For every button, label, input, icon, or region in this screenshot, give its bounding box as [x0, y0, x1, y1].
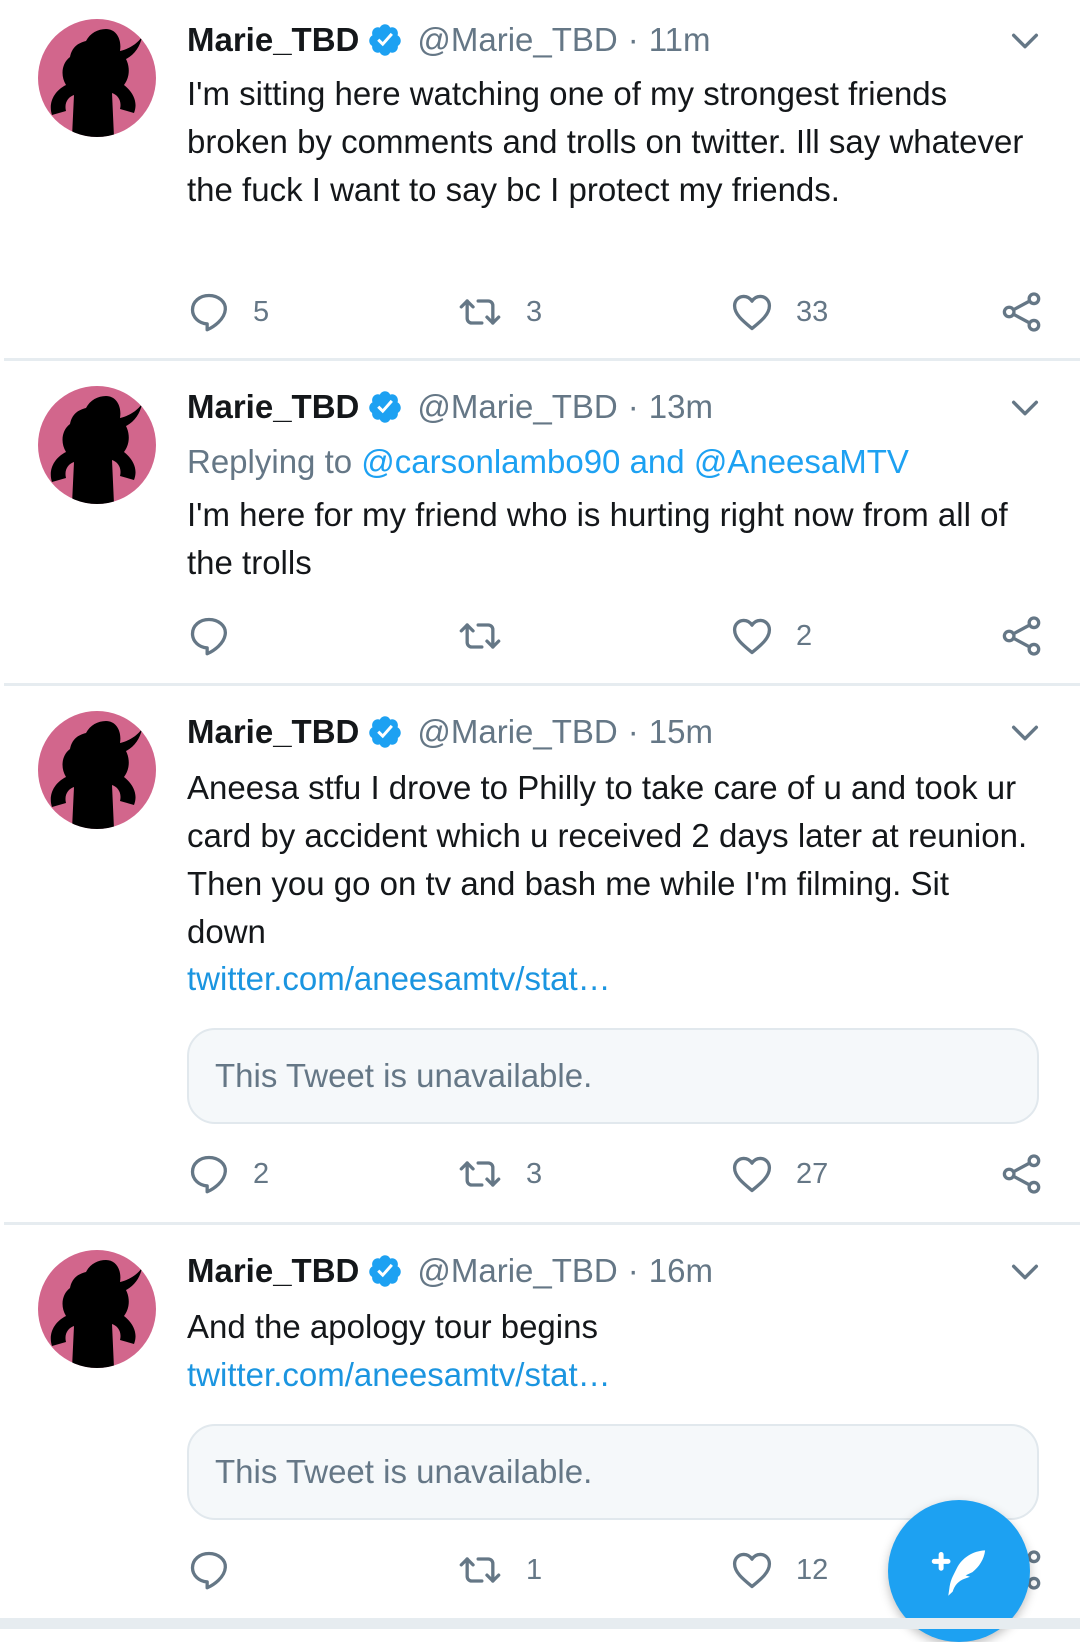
- user-handle[interactable]: @Marie_TBD: [417, 713, 617, 751]
- retweet-icon: [456, 1548, 504, 1592]
- tweet-header: Marie_TBD @Marie_TBD · 11m: [187, 20, 711, 60]
- timestamp[interactable]: 15m: [649, 713, 713, 751]
- avatar[interactable]: [38, 711, 156, 829]
- share-icon: [1000, 614, 1044, 658]
- display-name[interactable]: Marie_TBD: [187, 1252, 359, 1290]
- verified-badge-icon: [367, 22, 403, 58]
- user-handle[interactable]: @Marie_TBD: [417, 21, 617, 59]
- separator-dot: ·: [627, 21, 639, 58]
- tweet-text: And the apology tour begins: [187, 1308, 598, 1345]
- tweet-text: Aneesa stfu I drove to Philly to take ca…: [187, 769, 1028, 950]
- tweet-divider: [4, 358, 1080, 361]
- user-handle[interactable]: @Marie_TBD: [417, 1252, 617, 1290]
- like-count: 27: [796, 1157, 829, 1190]
- chevron-down-icon[interactable]: [1008, 24, 1042, 58]
- like-button[interactable]: 2: [730, 614, 812, 658]
- like-button[interactable]: 12: [730, 1548, 828, 1592]
- silhouette-image: [38, 711, 156, 829]
- tweet-header: Marie_TBD @Marie_TBD · 13m: [187, 387, 713, 427]
- like-count: 2: [796, 619, 813, 652]
- unavailable-text: This Tweet is unavailable.: [215, 1057, 593, 1094]
- compose-tweet-icon: [931, 1550, 986, 1596]
- share-button[interactable]: [1000, 290, 1044, 334]
- chevron-down-icon[interactable]: [1008, 1255, 1042, 1289]
- timestamp[interactable]: 11m: [649, 21, 711, 59]
- retweet-icon: [456, 290, 504, 334]
- retweet-button[interactable]: 3: [456, 1152, 542, 1196]
- replying-to: Replying to @carsonlambo90 and @AneesaMT…: [187, 443, 909, 481]
- heart-icon: [730, 1152, 774, 1196]
- chevron-down-icon[interactable]: [1008, 391, 1042, 425]
- reply-count: 5: [253, 295, 270, 328]
- unavailable-text: This Tweet is unavailable.: [215, 1453, 593, 1490]
- separator-dot: ·: [627, 388, 639, 425]
- retweet-button[interactable]: 1: [456, 1548, 542, 1592]
- like-count: 33: [796, 295, 829, 328]
- replying-prefix: Replying to: [187, 443, 362, 480]
- tweet-link[interactable]: twitter.com/aneesamtv/stat…: [187, 1356, 611, 1394]
- like-button[interactable]: 33: [730, 290, 828, 334]
- tweet-divider: [4, 1222, 1080, 1225]
- verified-badge-icon: [367, 389, 403, 425]
- reply-button[interactable]: [187, 614, 253, 658]
- like-button[interactable]: 27: [730, 1152, 828, 1196]
- tweet-header: Marie_TBD @Marie_TBD · 15m: [187, 712, 713, 752]
- tweet-text: I'm here for my friend who is hurting ri…: [187, 496, 1008, 581]
- quoted-tweet-unavailable[interactable]: This Tweet is unavailable.: [187, 1028, 1039, 1124]
- reply-count: 2: [253, 1157, 270, 1190]
- tweet-divider: [4, 683, 1080, 686]
- avatar[interactable]: [38, 386, 156, 504]
- silhouette-image: [38, 19, 156, 137]
- tweet-actions: 5 3 33: [0, 290, 1080, 334]
- tweet-actions: 2: [0, 614, 1080, 658]
- quoted-tweet-unavailable[interactable]: This Tweet is unavailable.: [187, 1424, 1039, 1520]
- share-button[interactable]: [1000, 614, 1044, 658]
- reply-icon: [187, 1548, 231, 1592]
- separator-dot: ·: [627, 1252, 639, 1289]
- timestamp[interactable]: 16m: [649, 1252, 713, 1290]
- reply-button[interactable]: 2: [187, 1152, 269, 1196]
- timestamp[interactable]: 13m: [649, 388, 713, 426]
- tweet-link[interactable]: twitter.com/aneesamtv/stat…: [187, 960, 611, 998]
- reply-icon: [187, 290, 231, 334]
- share-icon: [1000, 290, 1044, 334]
- retweet-count: 1: [526, 1553, 543, 1586]
- replying-and: and: [620, 443, 694, 480]
- retweet-count: 3: [526, 1157, 543, 1190]
- tweet-text: I'm sitting here watching one of my stro…: [187, 75, 1024, 208]
- verified-badge-icon: [367, 714, 403, 750]
- display-name[interactable]: Marie_TBD: [187, 713, 359, 751]
- avatar[interactable]: [38, 19, 156, 137]
- reply-button[interactable]: [187, 1548, 253, 1592]
- reply-button[interactable]: 5: [187, 290, 269, 334]
- retweet-count: 3: [526, 295, 543, 328]
- display-name[interactable]: Marie_TBD: [187, 21, 359, 59]
- retweet-button[interactable]: [456, 614, 526, 658]
- retweet-button[interactable]: 3: [456, 290, 542, 334]
- tweet-actions: 2 3 27: [0, 1152, 1080, 1196]
- silhouette-image: [38, 386, 156, 504]
- reply-icon: [187, 1152, 231, 1196]
- share-button[interactable]: [1000, 1152, 1044, 1196]
- display-name[interactable]: Marie_TBD: [187, 388, 359, 426]
- bottom-edge: [0, 1618, 1080, 1629]
- avatar[interactable]: [38, 1250, 156, 1368]
- verified-badge-icon: [367, 1253, 403, 1289]
- tweet-header: Marie_TBD @Marie_TBD · 16m: [187, 1251, 713, 1291]
- heart-icon: [730, 290, 774, 334]
- chevron-down-icon[interactable]: [1008, 716, 1042, 750]
- retweet-icon: [456, 614, 504, 658]
- mention-link[interactable]: @carsonlambo90: [361, 443, 620, 480]
- silhouette-image: [38, 1250, 156, 1368]
- user-handle[interactable]: @Marie_TBD: [417, 388, 617, 426]
- share-icon: [1000, 1152, 1044, 1196]
- retweet-icon: [456, 1152, 504, 1196]
- reply-icon: [187, 614, 231, 658]
- separator-dot: ·: [627, 713, 639, 750]
- heart-icon: [730, 614, 774, 658]
- mention-link[interactable]: @AneesaMTV: [694, 443, 909, 480]
- heart-icon: [730, 1548, 774, 1592]
- like-count: 12: [796, 1553, 829, 1586]
